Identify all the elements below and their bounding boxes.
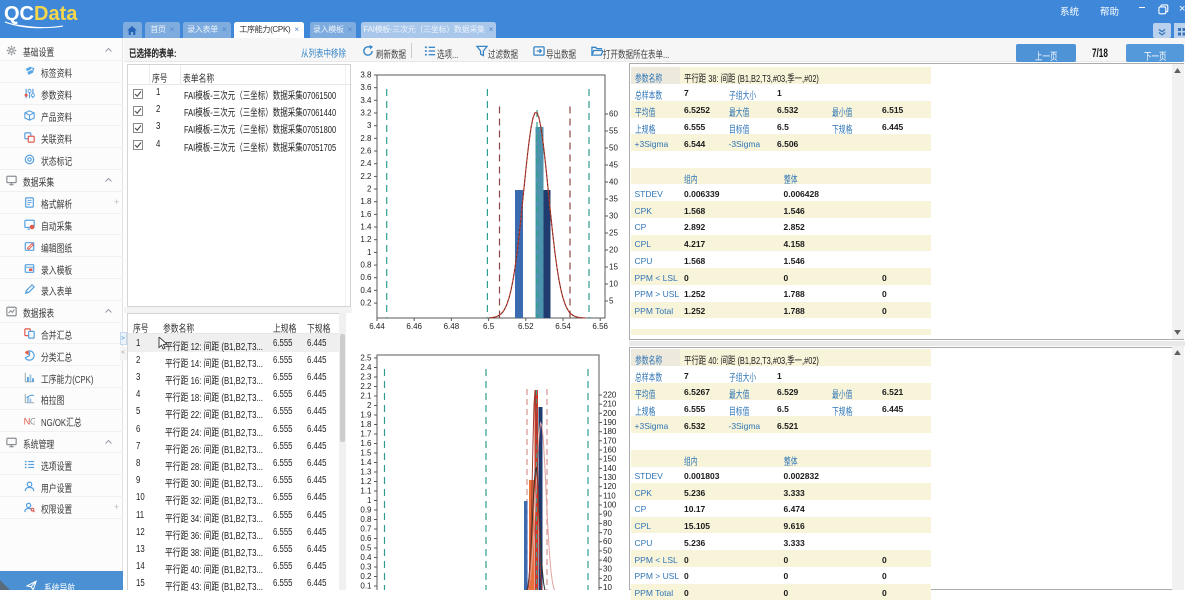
svg-text:1.2: 1.2 [360, 235, 372, 244]
svg-text:3.2: 3.2 [360, 109, 372, 118]
svg-text:60: 60 [603, 537, 612, 546]
svg-text:2.4: 2.4 [360, 363, 372, 372]
svg-text:0.8: 0.8 [360, 261, 372, 270]
svg-text:2.4: 2.4 [360, 159, 372, 168]
svg-text:20: 20 [603, 574, 612, 583]
svg-text:2.5: 2.5 [360, 354, 372, 363]
svg-text:30: 30 [603, 565, 612, 574]
svg-text:200: 200 [603, 409, 617, 418]
svg-text:30: 30 [609, 212, 618, 221]
svg-text:120: 120 [603, 482, 617, 491]
svg-text:3: 3 [367, 121, 372, 130]
svg-text:1.5: 1.5 [360, 449, 372, 458]
svg-text:190: 190 [603, 418, 617, 427]
svg-text:1.7: 1.7 [360, 430, 372, 439]
svg-text:3.6: 3.6 [360, 83, 372, 92]
svg-text:0.2: 0.2 [360, 299, 372, 308]
svg-text:G: G [29, 416, 34, 426]
svg-text:45: 45 [609, 161, 618, 170]
svg-text:80: 80 [603, 519, 612, 528]
svg-text:1.9: 1.9 [360, 411, 372, 420]
svg-text:1.8: 1.8 [360, 197, 372, 206]
svg-text:170: 170 [603, 436, 617, 445]
svg-text:2: 2 [367, 401, 372, 410]
svg-text:6.52: 6.52 [518, 322, 534, 331]
svg-text:110: 110 [603, 491, 616, 500]
svg-text:1.4: 1.4 [360, 223, 372, 232]
svg-text:1.3: 1.3 [360, 468, 372, 477]
svg-text:220: 220 [603, 391, 617, 400]
svg-text:35: 35 [609, 195, 618, 204]
svg-text:2.8: 2.8 [360, 134, 372, 143]
svg-text:2.1: 2.1 [360, 392, 372, 401]
svg-text:0.2: 0.2 [360, 572, 372, 581]
svg-text:0.4: 0.4 [360, 286, 372, 295]
svg-text:15: 15 [609, 263, 618, 272]
svg-text:6.5: 6.5 [483, 322, 495, 331]
svg-text:2.6: 2.6 [360, 147, 372, 156]
svg-text:6.56: 6.56 [592, 322, 608, 331]
svg-text:210: 210 [603, 400, 617, 409]
svg-text:150: 150 [603, 455, 617, 464]
svg-text:90: 90 [603, 510, 612, 519]
svg-text:2.2: 2.2 [360, 382, 372, 391]
svg-text:0.4: 0.4 [360, 553, 372, 562]
svg-text:50: 50 [609, 144, 618, 153]
svg-text:10: 10 [609, 280, 618, 289]
svg-text:0.8: 0.8 [360, 515, 372, 524]
svg-text:1.8: 1.8 [360, 420, 372, 429]
svg-text:1: 1 [367, 248, 372, 257]
svg-text:40: 40 [609, 178, 618, 187]
svg-text:100: 100 [603, 501, 617, 510]
svg-text:3.4: 3.4 [360, 96, 372, 105]
svg-text:1: 1 [367, 496, 372, 505]
svg-text:140: 140 [603, 464, 617, 473]
svg-text:6.46: 6.46 [406, 322, 422, 331]
svg-text:20: 20 [609, 246, 618, 255]
svg-text:0.3: 0.3 [360, 563, 372, 572]
svg-text:1.6: 1.6 [360, 210, 372, 219]
svg-text:60: 60 [609, 110, 618, 119]
svg-text:0.6: 0.6 [360, 534, 372, 543]
svg-text:50: 50 [603, 546, 612, 555]
svg-text:1.2: 1.2 [360, 477, 372, 486]
svg-text:6.44: 6.44 [369, 322, 385, 331]
svg-text:1.6: 1.6 [360, 439, 372, 448]
svg-text:6.54: 6.54 [555, 322, 571, 331]
svg-text:0.9: 0.9 [360, 506, 372, 515]
svg-text:55: 55 [609, 127, 618, 136]
svg-text:25: 25 [609, 229, 618, 238]
svg-text:2.2: 2.2 [360, 172, 372, 181]
svg-text:0.1: 0.1 [360, 582, 372, 591]
svg-text:0.6: 0.6 [360, 273, 372, 282]
svg-text:0.7: 0.7 [360, 525, 372, 534]
svg-text:180: 180 [603, 427, 617, 436]
svg-text:0.5: 0.5 [360, 544, 372, 553]
svg-text:3.8: 3.8 [360, 71, 372, 80]
svg-text:40: 40 [603, 556, 612, 565]
svg-text:1.1: 1.1 [360, 487, 372, 496]
svg-text:2.3: 2.3 [360, 373, 372, 382]
svg-text:70: 70 [603, 528, 612, 537]
svg-text:2: 2 [367, 185, 372, 194]
svg-text:1.4: 1.4 [360, 458, 372, 467]
svg-text:160: 160 [603, 446, 617, 455]
svg-text:130: 130 [603, 473, 617, 482]
svg-text:6.48: 6.48 [444, 322, 460, 331]
svg-text:5: 5 [609, 297, 614, 306]
svg-text:10: 10 [603, 583, 612, 590]
